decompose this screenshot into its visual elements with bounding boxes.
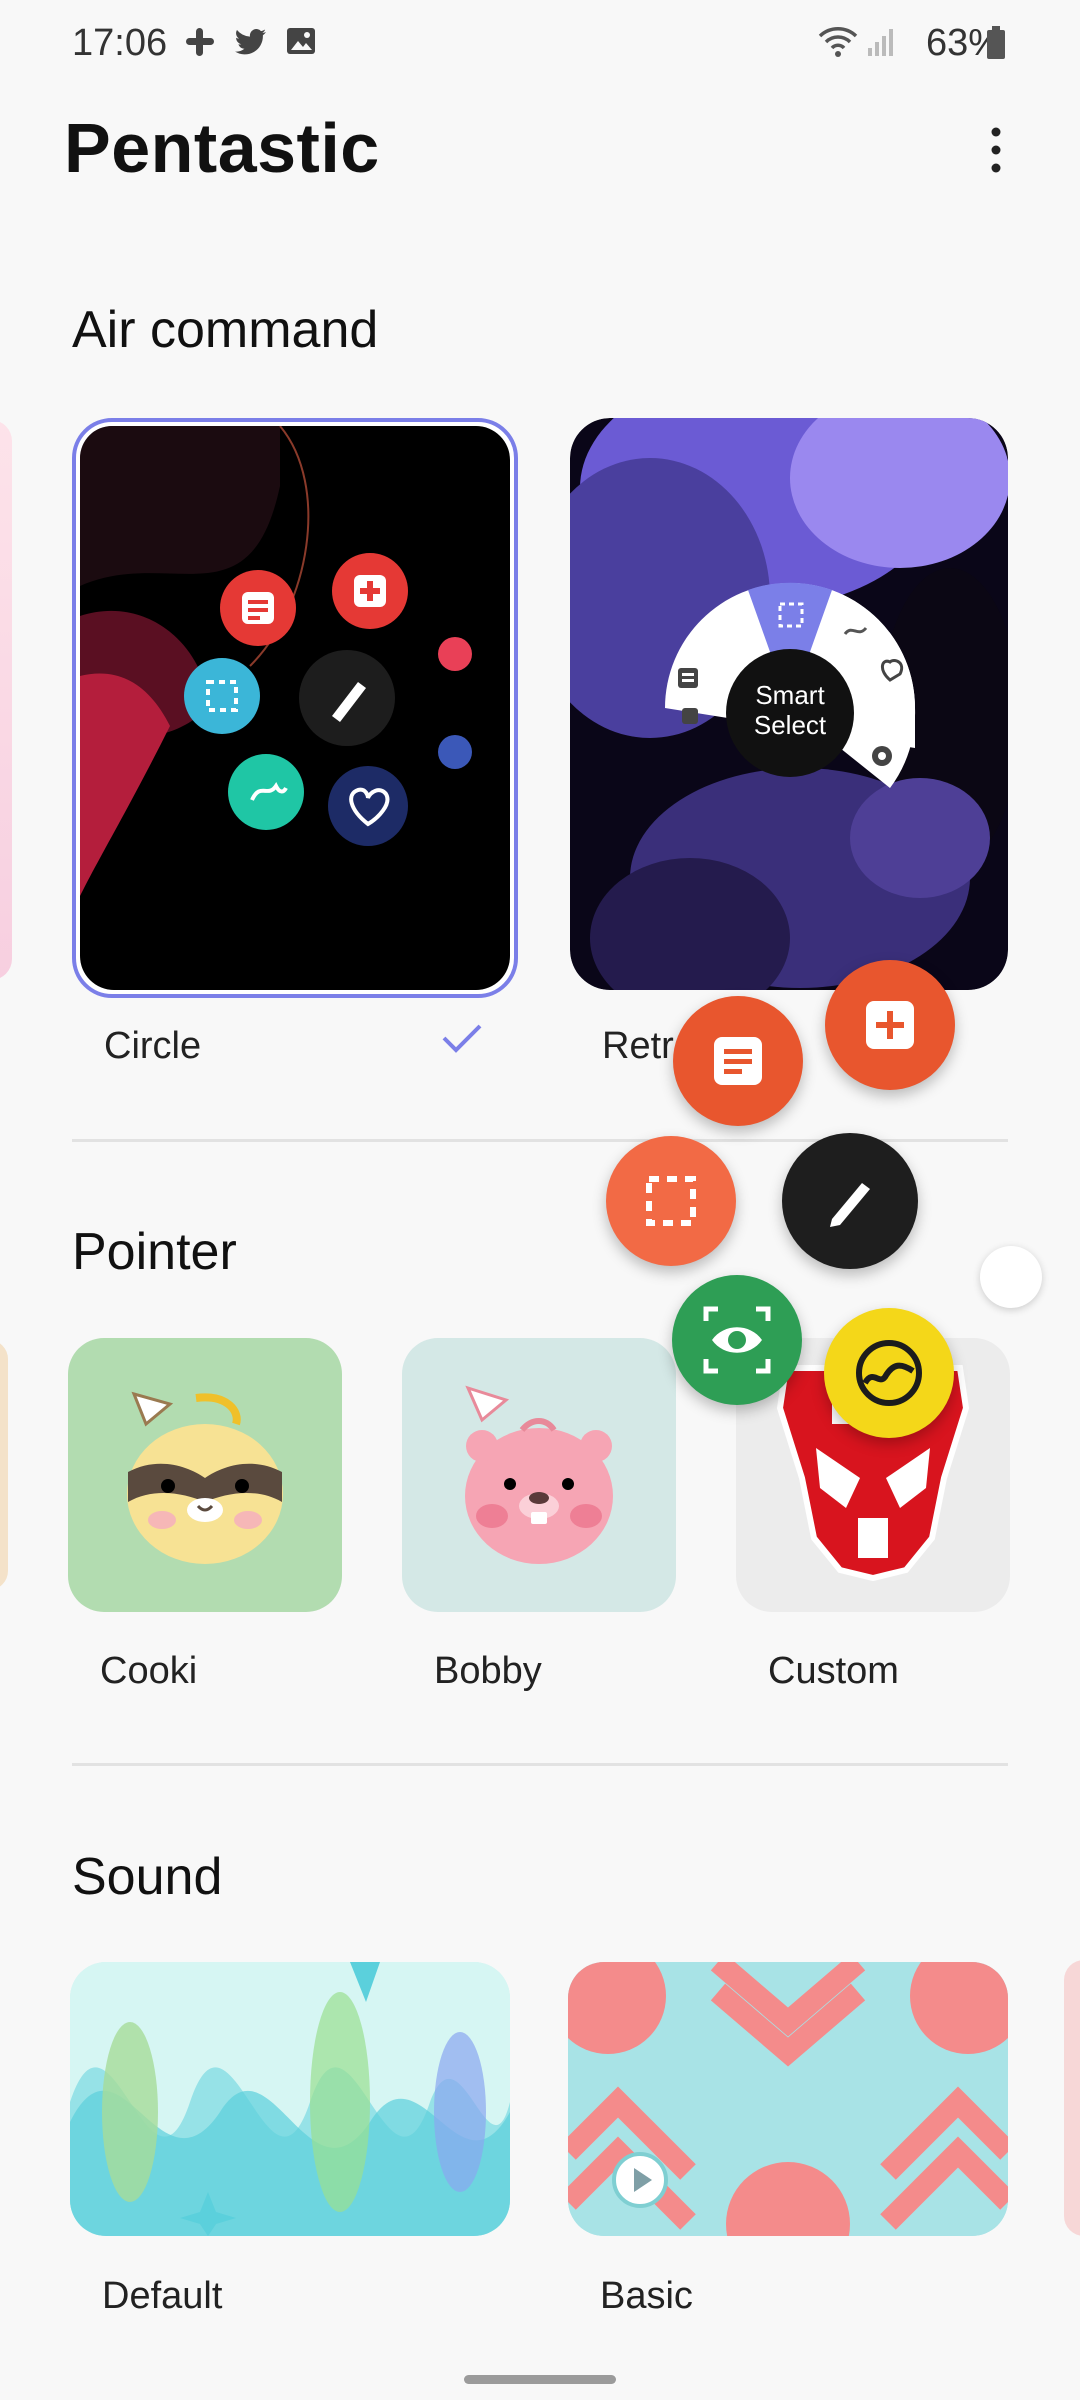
style-label-retro: Retr <box>602 1025 674 1067</box>
pen-fab[interactable] <box>782 1133 918 1269</box>
create-note-fab[interactable] <box>673 996 803 1126</box>
cooki-sloth-illustration <box>127 1391 283 1564</box>
pen-icon <box>830 1183 870 1227</box>
retro-center-text: Smart Select <box>753 680 827 740</box>
add-note-icon <box>866 1001 914 1049</box>
more-options-icon[interactable] <box>990 126 1002 176</box>
new-note-fab[interactable] <box>825 960 955 1090</box>
page-title: Pentastic <box>64 109 380 187</box>
bixby-vision-fab[interactable] <box>672 1275 802 1405</box>
eye-icon <box>703 1306 771 1374</box>
smart-select-fab[interactable] <box>606 1136 736 1266</box>
bobby-beaver-illustration <box>465 1385 613 1564</box>
pointer-card-bobby[interactable] <box>402 1338 676 1612</box>
system-icons <box>816 24 896 60</box>
pointer-card-cooki[interactable] <box>68 1338 342 1612</box>
pointer-label-custom: Custom <box>768 1650 899 1692</box>
battery-icon <box>987 26 1005 59</box>
sound-label-basic: Basic <box>600 2275 693 2317</box>
default-sound-waves <box>70 1962 510 2236</box>
air-command-card-circle[interactable] <box>72 418 518 998</box>
sound-title: Sound <box>72 1848 223 1906</box>
selected-check-icon <box>442 1024 482 1053</box>
air-command-card-retro[interactable]: Smart Select <box>570 418 1008 990</box>
section-divider <box>72 1763 1008 1766</box>
basecamp-icon <box>856 1340 922 1406</box>
sound-card-basic[interactable] <box>568 1962 1008 2236</box>
basecamp-fab[interactable] <box>824 1308 954 1438</box>
note-list-icon <box>714 1037 762 1085</box>
status-time: 17:06 <box>72 22 168 64</box>
pointer-title: Pointer <box>72 1223 237 1281</box>
sound-card-default[interactable] <box>70 1962 510 2236</box>
pointer-label-cooki: Cooki <box>100 1650 198 1692</box>
status-bar: 17:06 63% <box>0 0 1080 90</box>
air-command-title: Air command <box>72 301 379 359</box>
sound-label-default: Default <box>102 2275 223 2317</box>
air-command-prev-card[interactable] <box>0 420 12 980</box>
wifi-icon <box>818 27 858 57</box>
pointer-prev-card[interactable] <box>0 1340 8 1590</box>
signal-icon <box>868 29 893 56</box>
gallery-icon <box>287 28 315 54</box>
circle-style-preview <box>80 426 510 990</box>
style-label-circle: Circle <box>104 1025 202 1067</box>
slack-icon <box>186 28 214 56</box>
smart-select-icon <box>646 1176 696 1226</box>
pointer-label-bobby: Bobby <box>434 1650 542 1692</box>
gesture-nav-bar[interactable] <box>464 2375 616 2384</box>
air-command-handle[interactable] <box>980 1246 1042 1308</box>
notification-icons <box>182 24 318 60</box>
twitter-icon <box>235 29 266 55</box>
sound-next-card[interactable] <box>1064 1960 1080 2236</box>
play-icon[interactable] <box>610 2150 670 2210</box>
